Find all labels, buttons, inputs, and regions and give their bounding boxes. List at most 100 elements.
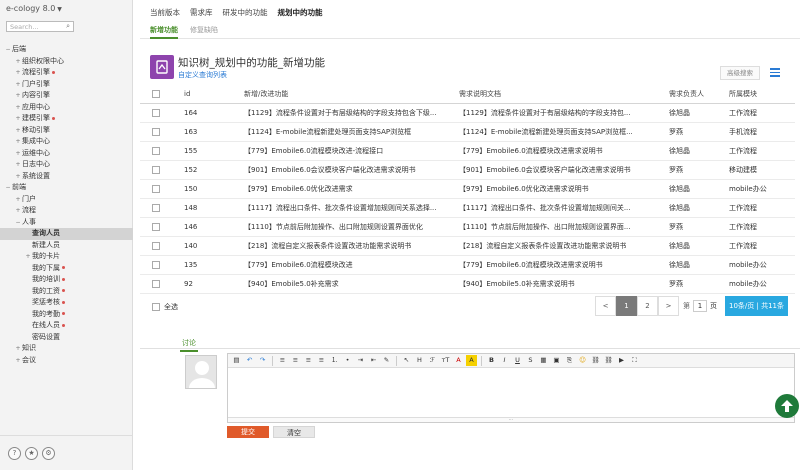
table-row[interactable]: 92 【940】Emobile5.0补充需求 【940】Emobile5.0补充需求… [140,274,795,294]
sidebar-search-input[interactable]: Search... ⌕ [6,21,74,32]
cell-feature[interactable]: 【1110】节点前后附加操作、出口附加规则设置界面优化 [244,222,455,232]
cell-doc[interactable]: 【979】Emobile6.0优化改进需求说明书 [459,184,665,194]
favorite-icon[interactable]: ★ [25,446,38,460]
cell-doc[interactable]: 【1117】流程出口条件、批次条件设置增加规则间关... [459,203,665,213]
table-row[interactable]: 164 【1129】流程条件设置对于有层级结构的字段支持包含下级... 【1129】… [140,103,795,123]
cell-feature[interactable]: 【779】Emobile6.0流程模块改进-流程接口 [244,146,455,156]
sidebar-item[interactable]: 在线人员 [0,320,133,332]
emoticon-icon[interactable]: ☺ [577,355,588,366]
cell-feature[interactable]: 【218】流程自定义报表条件设置改进功能需求说明书 [244,241,455,251]
sidebar-item[interactable]: +建模引擎 [0,113,133,125]
expand-icon[interactable]: + [14,343,22,355]
subtab-0[interactable]: 新增功能 [150,22,178,39]
fullscreen-icon[interactable]: ⛶ [629,355,640,366]
sidebar-item[interactable]: 密码设置 [0,332,133,344]
sidebar-item[interactable]: 查询人员 [0,228,133,240]
page-button-2[interactable]: 2 [637,296,658,316]
row-checkbox[interactable] [152,165,160,174]
expand-icon[interactable]: + [14,90,22,102]
table-row[interactable]: 135 【779】Emobile6.0流程模块改进 【779】Emobile6.0流… [140,255,795,275]
collapse-icon[interactable]: − [4,182,12,194]
select-all[interactable]: 全选 [152,302,178,312]
sidebar-item[interactable]: 我的培训 [0,274,133,286]
heading-icon[interactable]: H [414,355,425,366]
expand-icon[interactable]: + [14,67,22,79]
sidebar-item[interactable]: +组织权限中心 [0,56,133,68]
sidebar-item[interactable]: +日志中心 [0,159,133,171]
cell-feature[interactable]: 【1124】E-mobile流程新建处理页面支持SAP浏览框 [244,127,455,137]
advanced-search-button[interactable]: 高级搜索 [720,66,760,80]
sidebar-item[interactable]: +我的卡片 [0,251,133,263]
table-row[interactable]: 140 【218】流程自定义报表条件设置改进功能需求说明书 【218】流程自定义报表… [140,236,795,256]
cell-feature[interactable]: 【940】Emobile5.0补充需求 [244,279,455,289]
outdent-icon[interactable]: ⇤ [368,355,379,366]
collapse-icon[interactable]: − [4,44,12,56]
tab-2[interactable]: 研发中的功能 [223,7,268,22]
submit-button[interactable]: 提交 [227,426,269,438]
bold-icon[interactable]: B [486,355,497,366]
sidebar-item[interactable]: +移动引擎 [0,125,133,137]
expand-icon[interactable]: + [14,194,22,206]
row-checkbox[interactable] [152,203,160,212]
attachment-icon[interactable]: ⎘ [564,355,575,366]
cell-doc[interactable]: 【901】Emobile6.0会议模块客户端化改进需求说明书 [459,165,665,175]
font-family-icon[interactable]: ℱ [427,355,438,366]
cell-doc[interactable]: 【1124】E-mobile流程新建处理页面支持SAP浏览框... [459,127,665,137]
expand-icon[interactable]: + [14,159,22,171]
cell-doc[interactable]: 【779】Emobile6.0流程模块改进需求说明书 [459,146,665,156]
align-left-icon[interactable]: ≡ [277,355,288,366]
tab-discussion[interactable]: 讨论 [180,338,198,352]
cell-feature[interactable]: 【979】Emobile6.0优化改进需求 [244,184,455,194]
clear-button[interactable]: 清空 [273,426,315,438]
strikethrough-icon[interactable]: S [525,355,536,366]
sidebar-item[interactable]: +门户 [0,194,133,206]
table-row[interactable]: 152 【901】Emobile6.0会议模块客户端化改进需求说明书 【901】Em… [140,160,795,180]
sidebar-item[interactable]: +流程引擎 [0,67,133,79]
cell-feature[interactable]: 【901】Emobile6.0会议模块客户端化改进需求说明书 [244,165,455,175]
table-row[interactable]: 150 【979】Emobile6.0优化改进需求 【979】Emobile6.0优… [140,179,795,199]
cursor-icon[interactable]: ↖ [401,355,412,366]
sidebar-item[interactable]: +会议 [0,355,133,367]
page-size-select[interactable]: 10条/页 | 共11条 [725,296,788,316]
table-row[interactable]: 148 【1117】流程出口条件、批次条件设置增加规则间关系选择... 【1117】… [140,198,795,218]
table-row[interactable]: 155 【779】Emobile6.0流程模块改进-流程接口 【779】Emobil… [140,141,795,161]
cell-doc[interactable]: 【779】Emobile6.0流程模块改进需求说明书 [459,260,665,270]
brand-switcher[interactable]: e-cology 8.0 ▼ [0,0,132,18]
custom-query-list-link[interactable]: 自定义查询列表 [178,70,227,80]
sidebar-item[interactable]: −前端 [0,182,133,194]
sidebar-item[interactable]: +集成中心 [0,136,133,148]
column-header-id[interactable]: id [184,86,244,104]
column-header-owner[interactable]: 需求负责人 [669,86,729,104]
sidebar-item[interactable]: −人事 [0,217,133,229]
unlink-icon[interactable]: ⛓ [603,355,614,366]
sidebar-item[interactable]: +门户引擎 [0,79,133,91]
align-right-icon[interactable]: ≡ [303,355,314,366]
expand-icon[interactable]: + [14,136,22,148]
cell-doc[interactable]: 【1110】节点前后附加操作、出口附加规则设置界面... [459,222,665,232]
sidebar-item[interactable]: 我的工资 [0,286,133,298]
row-checkbox[interactable] [152,279,160,288]
sidebar-item[interactable]: +知识 [0,343,133,355]
sidebar-item[interactable]: +系统设置 [0,171,133,183]
italic-icon[interactable]: I [499,355,510,366]
video-icon[interactable]: ▶ [616,355,627,366]
redo-icon[interactable]: ↷ [257,355,268,366]
cell-feature[interactable]: 【1117】流程出口条件、批次条件设置增加规则间关系选择... [244,203,455,213]
select-all-checkbox[interactable] [152,303,160,311]
goto-page-input[interactable]: 1 [693,300,707,312]
expand-icon[interactable]: + [14,171,22,183]
expand-icon[interactable]: + [14,56,22,68]
expand-icon[interactable]: + [24,251,32,263]
table-icon[interactable]: ▦ [538,355,549,366]
sidebar-item[interactable]: 奖惩考核 [0,297,133,309]
sidebar-item[interactable]: −后端 [0,44,133,56]
format-brush-icon[interactable]: ✎ [381,355,392,366]
unordered-list-icon[interactable]: • [342,355,353,366]
cell-doc[interactable]: 【940】Emobile5.0补充需求说明书 [459,279,665,289]
link-icon[interactable]: ⛓ [590,355,601,366]
sidebar-item[interactable]: 新建人员 [0,240,133,252]
scroll-to-top-icon[interactable] [775,394,799,418]
header-checkbox[interactable] [152,90,160,99]
sidebar-item[interactable]: +运维中心 [0,148,133,160]
font-color-icon[interactable]: A [453,355,464,366]
